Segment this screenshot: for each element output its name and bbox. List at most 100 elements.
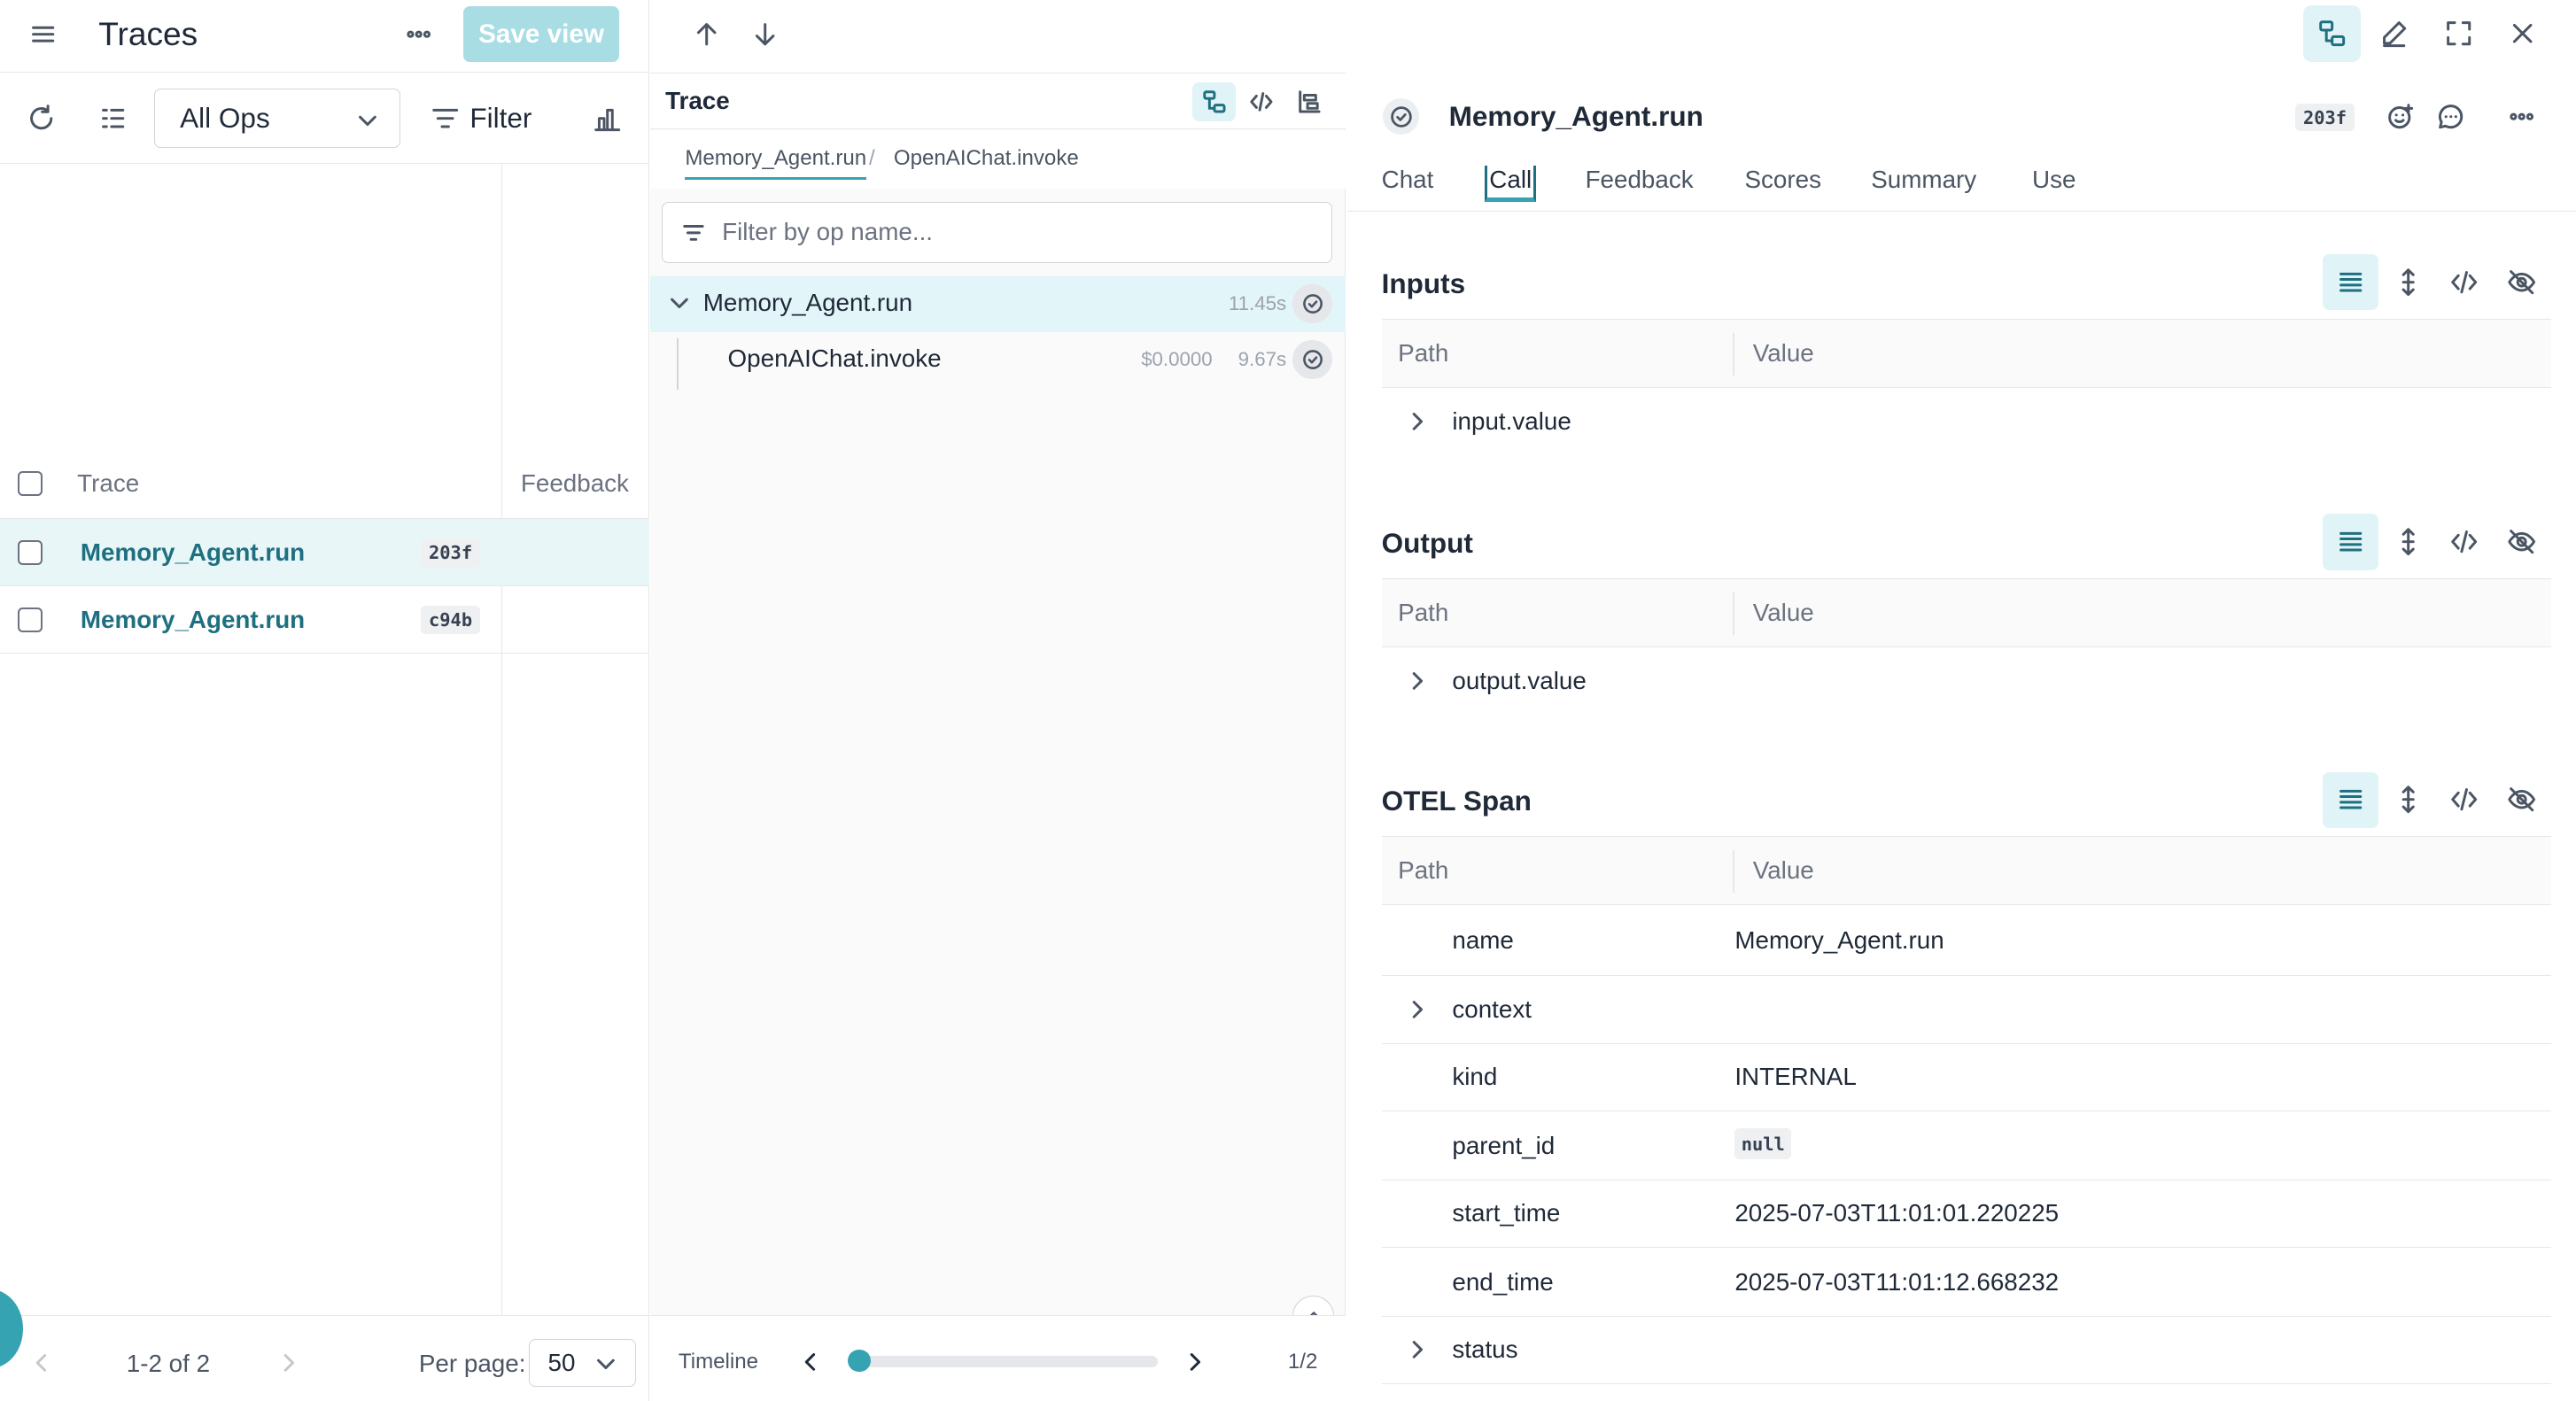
table-row[interactable]: Memory_Agent.run c94b	[0, 586, 649, 654]
column-header-trace[interactable]: Trace	[77, 469, 139, 498]
tab-summary[interactable]: Summary	[1871, 166, 1976, 194]
output-table-header: Path Value	[1381, 577, 2552, 647]
chevron-right-icon[interactable]	[1405, 1337, 1430, 1362]
success-icon	[1292, 339, 1332, 380]
ops-select[interactable]: All Ops	[154, 89, 401, 148]
row-checkbox[interactable]	[18, 540, 43, 565]
table-row[interactable]: context	[1381, 976, 2552, 1045]
op-name: Memory_Agent.run	[702, 289, 913, 317]
menu-icon[interactable]	[28, 19, 58, 49]
timeline-slider-track[interactable]	[857, 1355, 1159, 1367]
table-row: end_time 2025-07-03T11:01:12.668232	[1381, 1248, 2552, 1318]
list-view-icon[interactable]	[2323, 514, 2379, 570]
op-duration: 9.67s	[1238, 348, 1287, 371]
page-title: Traces	[98, 14, 198, 52]
filter-icon	[682, 225, 704, 242]
close-icon[interactable]	[2494, 5, 2551, 63]
op-tree-item[interactable]: OpenAIChat.invoke $0.0000 9.67s	[650, 332, 1345, 388]
add-reaction-icon[interactable]	[2386, 102, 2415, 131]
table-row: kind INTERNAL	[1381, 1043, 2552, 1112]
op-filter-field[interactable]	[662, 202, 1332, 263]
null-badge: null	[1734, 1128, 1792, 1160]
column-header-feedback[interactable]: Feedback	[521, 469, 629, 498]
trace-name-link[interactable]: Memory_Agent.run	[81, 538, 305, 567]
save-view-button[interactable]: Save view	[462, 6, 620, 63]
column-divider	[500, 164, 503, 1316]
tree-view-toggle-icon[interactable]	[2303, 4, 2361, 63]
table-row[interactable]: input.value	[1382, 388, 2551, 457]
trace-id-badge: c94b	[420, 606, 481, 634]
chevron-right-icon[interactable]	[1405, 409, 1430, 434]
tab-feedback[interactable]: Feedback	[1586, 166, 1694, 194]
hide-icon[interactable]	[2494, 254, 2549, 310]
trace-name-link[interactable]: Memory_Agent.run	[81, 606, 305, 634]
comment-icon[interactable]	[2436, 102, 2465, 131]
timeline-view-icon[interactable]	[1288, 82, 1331, 122]
timeline-label: Timeline	[678, 1349, 759, 1374]
breadcrumb-item[interactable]: OpenAIChat.invoke	[894, 146, 1079, 171]
code-view-icon[interactable]	[2436, 254, 2492, 310]
expand-all-icon[interactable]	[2380, 514, 2436, 569]
op-tree-item[interactable]: Memory_Agent.run 11.45s	[650, 275, 1346, 332]
per-page-select[interactable]: 50	[529, 1339, 636, 1388]
columns-icon[interactable]	[98, 104, 128, 133]
breadcrumb-item[interactable]: Memory_Agent.run	[685, 146, 867, 181]
traces-header: Traces Save view	[0, 0, 649, 73]
column-header-value: Value	[1752, 856, 1814, 885]
chevron-down-icon[interactable]	[667, 290, 692, 315]
tab-chat[interactable]: Chat	[1382, 166, 1434, 194]
tree-view-icon[interactable]	[1192, 81, 1236, 122]
table-row[interactable]: status	[1381, 1315, 2552, 1385]
list-view-icon[interactable]	[2323, 254, 2379, 311]
list-view-icon[interactable]	[2323, 771, 2379, 828]
expand-all-icon[interactable]	[2380, 772, 2436, 828]
hide-icon[interactable]	[2494, 772, 2549, 828]
edit-icon[interactable]	[2365, 5, 2423, 63]
call-title: Memory_Agent.run	[1448, 100, 1703, 133]
row-checkbox[interactable]	[18, 608, 43, 632]
pagination: 1-2 of 2 Per page: 50	[0, 1315, 649, 1400]
chevron-right-icon[interactable]	[1183, 1350, 1207, 1374]
more-options-icon[interactable]	[2507, 102, 2536, 131]
chevron-right-icon[interactable]	[1405, 997, 1430, 1022]
filter-button[interactable]: Filter	[431, 102, 531, 135]
op-filter-input[interactable]	[722, 213, 1314, 252]
table-row[interactable]: output.value	[1382, 647, 2551, 716]
code-view-icon[interactable]	[2436, 772, 2492, 828]
op-cost: $0.0000	[1141, 348, 1213, 371]
chevron-down-icon	[359, 115, 377, 126]
row-key: context	[1452, 995, 1532, 1023]
next-page-icon[interactable]	[276, 1351, 301, 1375]
traces-toolbar: All Ops Filter	[0, 74, 649, 165]
hide-icon[interactable]	[2494, 514, 2549, 569]
prev-page-icon[interactable]	[29, 1351, 54, 1375]
timeline-slider-handle[interactable]	[847, 1349, 871, 1373]
table-row[interactable]: Memory_Agent.run 203f	[0, 519, 649, 587]
row-key: start_time	[1452, 1198, 1561, 1227]
tab-call[interactable]: Call	[1485, 166, 1537, 202]
ops-select-value: All Ops	[180, 102, 270, 134]
chart-icon[interactable]	[593, 104, 622, 133]
more-options-icon[interactable]	[404, 19, 433, 49]
expand-all-icon[interactable]	[2380, 254, 2436, 310]
row-value: INTERNAL	[1734, 1062, 1857, 1090]
select-all-checkbox[interactable]	[18, 471, 43, 497]
inputs-tools	[2323, 254, 2553, 311]
column-header-value: Value	[1752, 339, 1814, 368]
tab-use[interactable]: Use	[2032, 166, 2076, 194]
op-duration: 11.45s	[1228, 292, 1287, 315]
refresh-icon[interactable]	[27, 104, 56, 133]
per-page-label: Per page:	[418, 1349, 526, 1377]
arrow-up-icon[interactable]	[692, 19, 721, 49]
success-icon	[1383, 98, 1420, 135]
tab-scores[interactable]: Scores	[1744, 166, 1821, 194]
code-view-icon[interactable]	[2436, 514, 2492, 569]
fullscreen-icon[interactable]	[2430, 5, 2487, 63]
op-name: OpenAIChat.invoke	[727, 344, 942, 373]
chevron-left-icon[interactable]	[798, 1350, 823, 1374]
row-value: 2025-07-03T11:01:12.668232	[1734, 1267, 2060, 1296]
code-view-icon[interactable]	[1240, 82, 1283, 122]
table-header: Trace Feedback	[0, 450, 649, 519]
arrow-down-icon[interactable]	[750, 19, 780, 49]
chevron-right-icon[interactable]	[1405, 669, 1430, 693]
